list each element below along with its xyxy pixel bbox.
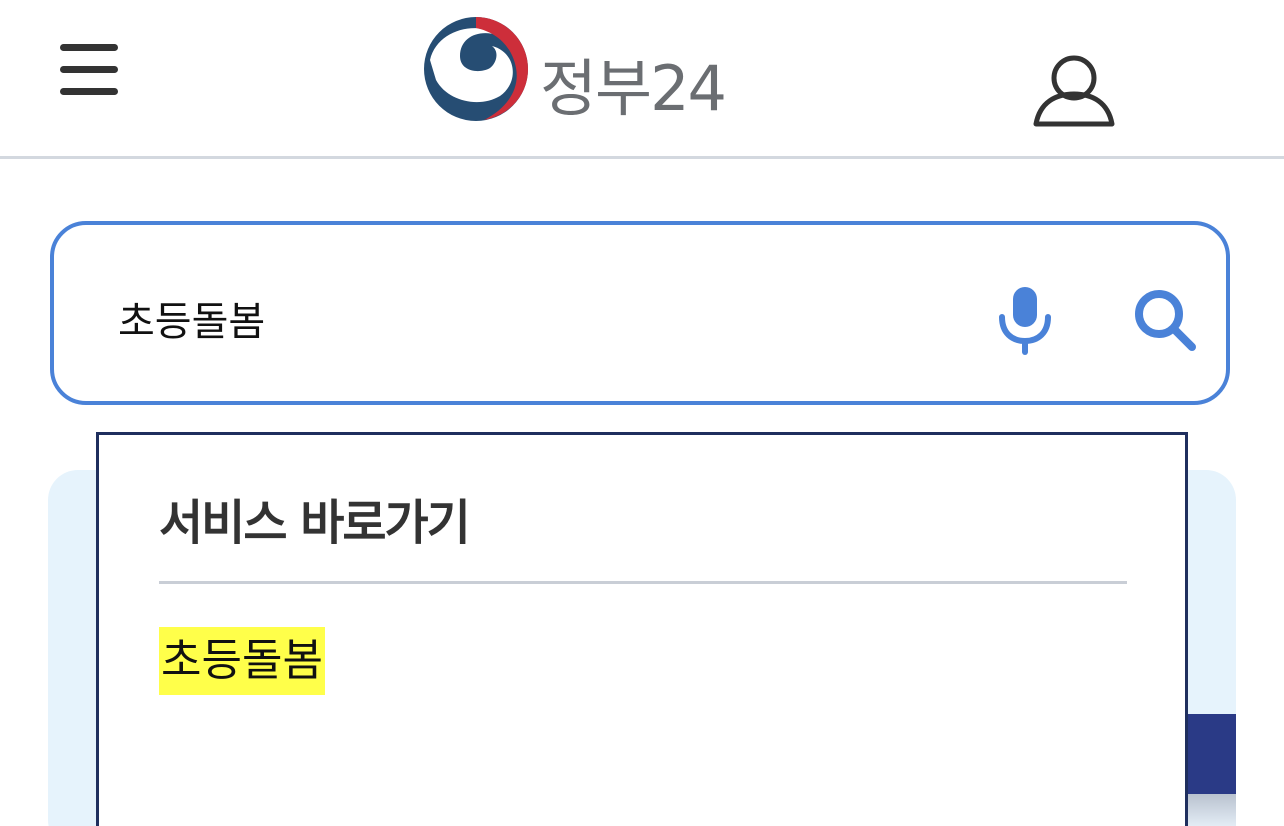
autocomplete-dropdown: 서비스 바로가기 초등돌봄 <box>96 432 1188 826</box>
dropdown-title: 서비스 바로가기 <box>159 495 471 551</box>
background-banner <box>1186 714 1236 794</box>
suggestion-label: 초등돌봄 <box>159 627 325 695</box>
hamburger-menu-icon <box>60 44 118 51</box>
user-icon <box>1033 55 1115 127</box>
search-button[interactable] <box>1132 287 1198 353</box>
background-banner-edge <box>1186 794 1236 826</box>
hamburger-line <box>60 88 118 95</box>
search-input[interactable] <box>116 277 940 359</box>
search-icon <box>1135 290 1196 351</box>
search-box <box>50 221 1230 405</box>
taegeuk-logo-icon <box>424 17 528 121</box>
suggestion-item[interactable]: 초등돌봄 <box>159 627 325 697</box>
hamburger-line <box>60 66 118 73</box>
divider <box>159 581 1127 584</box>
logo[interactable]: 정부24 <box>420 12 727 126</box>
user-button[interactable] <box>1030 52 1118 128</box>
menu-button[interactable] <box>58 40 122 100</box>
microphone-icon <box>999 287 1051 355</box>
page: 정부24 서비스 바로가기 <box>0 0 1284 826</box>
header: 정부24 <box>0 0 1284 159</box>
logo-text: 정부24 <box>540 52 727 125</box>
voice-search-button[interactable] <box>994 283 1056 357</box>
